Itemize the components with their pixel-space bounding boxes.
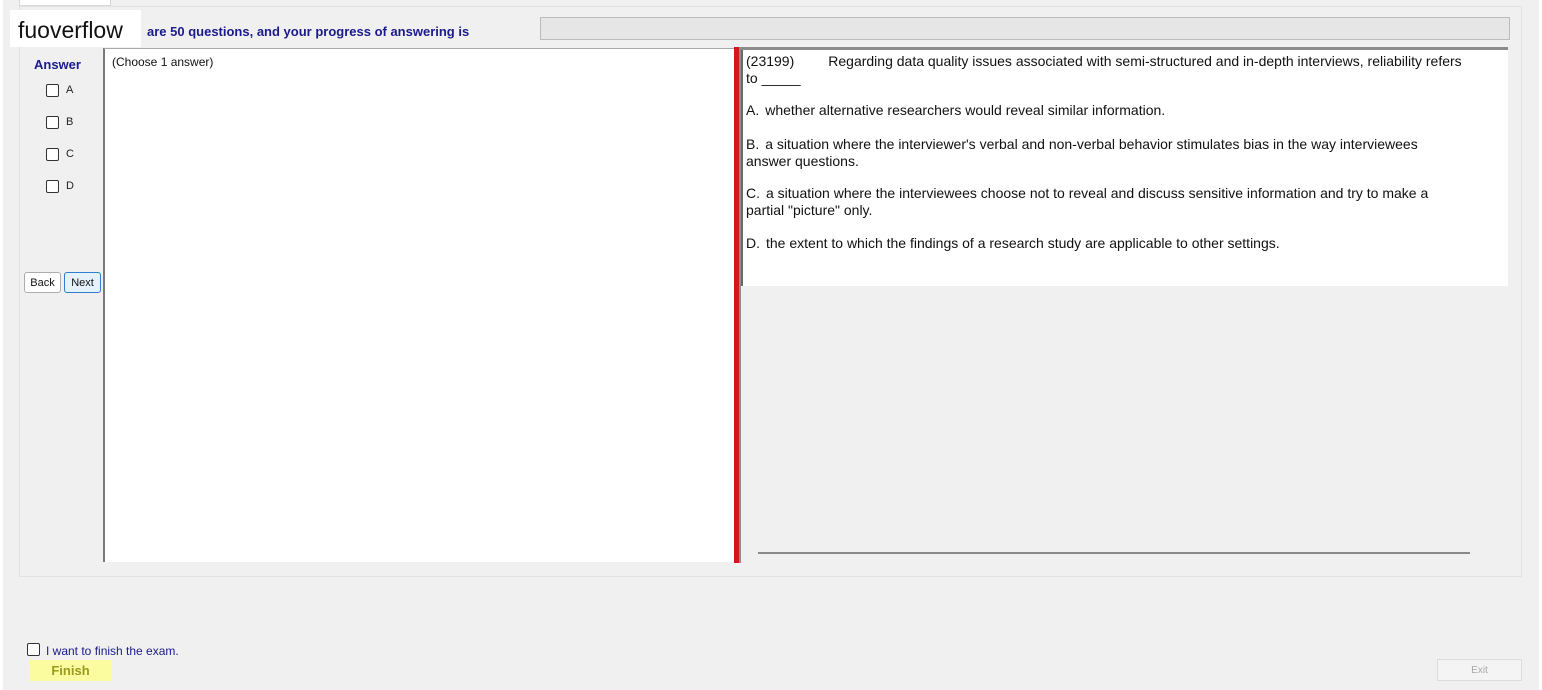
answer-option-d[interactable]: D bbox=[46, 178, 74, 194]
checkbox-c[interactable] bbox=[46, 147, 59, 161]
progress-bar bbox=[540, 17, 1510, 40]
question-pane: (23199) Regarding data quality issues ass… bbox=[741, 47, 1508, 562]
question-text: Regarding data quality issues associated… bbox=[746, 53, 1462, 86]
option-text: a situation where the interviewees choos… bbox=[746, 185, 1429, 218]
question-option-d: D. the extent to which the findings of a … bbox=[746, 235, 1462, 252]
question-option-a: A. whether alternative researchers would … bbox=[746, 102, 1462, 119]
finish-checkbox-label[interactable]: I want to finish the exam. bbox=[46, 644, 179, 658]
choose-hint: (Choose 1 answer) bbox=[112, 55, 214, 69]
horizontal-scrollbar[interactable] bbox=[758, 552, 1470, 554]
exit-button[interactable]: Exit bbox=[1437, 659, 1522, 681]
progress-text: are 50 questions, and your progress of a… bbox=[147, 24, 470, 39]
option-text: a situation where the interviewer's verb… bbox=[746, 136, 1418, 169]
option-text: whether alternative researchers would re… bbox=[765, 102, 1166, 118]
next-button[interactable]: Next bbox=[64, 272, 101, 293]
option-letter: A. bbox=[746, 102, 760, 118]
answer-hint-pane: (Choose 1 answer) bbox=[103, 48, 735, 562]
checkbox-a[interactable] bbox=[46, 83, 59, 97]
answer-option-label: A bbox=[66, 84, 74, 96]
option-letter: C. bbox=[746, 185, 760, 201]
option-letter: B. bbox=[746, 136, 760, 152]
answer-option-label: D bbox=[66, 180, 74, 192]
answer-option-b[interactable]: B bbox=[46, 114, 73, 130]
option-letter: D. bbox=[746, 235, 760, 251]
question-option-b: B. a situation where the interviewer's ve… bbox=[746, 136, 1462, 169]
finish-confirm-row[interactable]: I want to finish the exam. bbox=[27, 640, 179, 658]
question-stem: (23199) Regarding data quality issues ass… bbox=[746, 53, 1462, 86]
back-button[interactable]: Back bbox=[24, 272, 61, 293]
answer-option-a[interactable]: A bbox=[46, 82, 73, 98]
answer-panel: Answer A B C D bbox=[24, 48, 104, 561]
answer-option-c[interactable]: C bbox=[46, 146, 74, 162]
question-option-c: C. a situation where the interviewees cho… bbox=[746, 185, 1462, 218]
checkbox-d[interactable] bbox=[46, 179, 59, 193]
question-id: (23199) bbox=[746, 53, 795, 69]
answer-title: Answer bbox=[34, 57, 81, 72]
watermark-logo: fuoverflow bbox=[10, 10, 141, 47]
answer-option-label: C bbox=[66, 148, 74, 160]
checkbox-b[interactable] bbox=[46, 115, 59, 129]
finish-button[interactable]: Finish bbox=[29, 660, 112, 681]
option-text: the extent to which the findings of a re… bbox=[766, 235, 1280, 251]
answer-option-label: B bbox=[66, 116, 74, 128]
question-box: (23199) Regarding data quality issues ass… bbox=[741, 50, 1508, 286]
finish-checkbox[interactable] bbox=[27, 642, 40, 656]
